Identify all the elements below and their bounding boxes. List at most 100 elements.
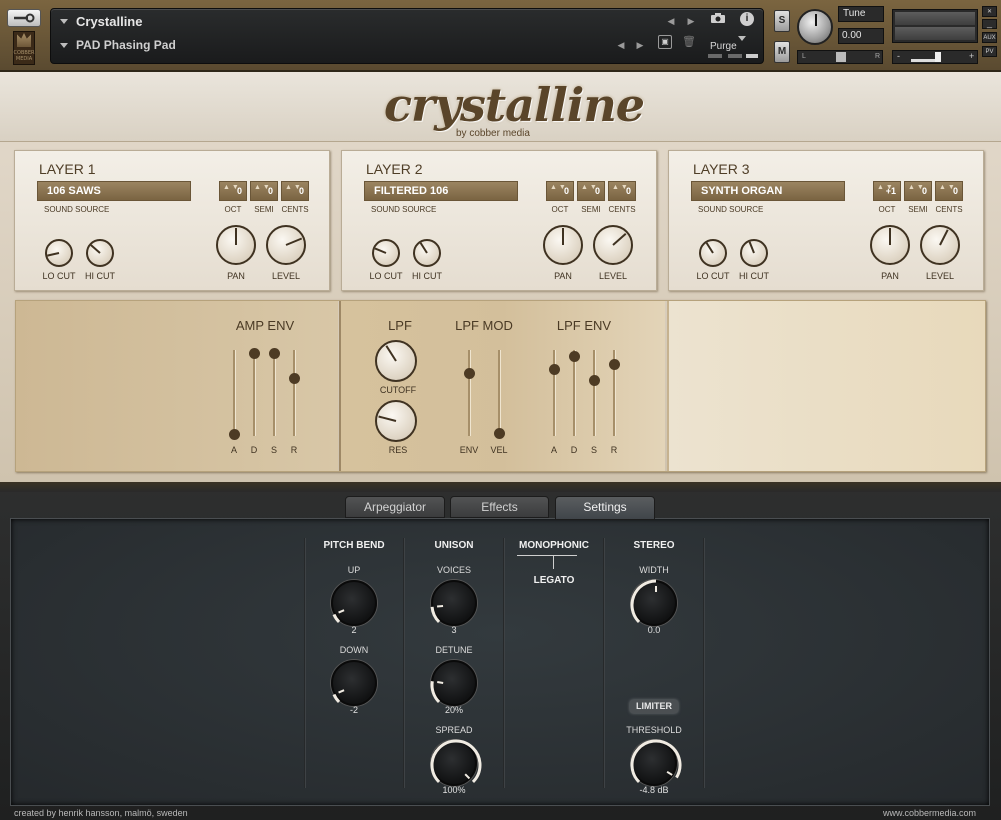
instrument-menu-caret-icon[interactable] [60, 18, 68, 24]
oct-spinner[interactable]: ▲ ▼ 0 [219, 181, 247, 201]
pan-knob[interactable] [870, 225, 910, 265]
stereo-width-knob-arc [630, 579, 657, 624]
oct-spinner[interactable]: ▲ ▼ +1 [873, 181, 901, 201]
lpf-env-s-slider-track [593, 350, 595, 436]
website-link[interactable]: www.cobbermedia.com [883, 808, 976, 818]
purge-menu[interactable]: Purge [710, 41, 737, 52]
cents-spinner[interactable]: ▲ ▼ 0 [608, 181, 636, 201]
lo-cut-knob-pointer [374, 247, 387, 254]
preset-name[interactable]: PAD Phasing Pad [76, 38, 176, 52]
pan-knob[interactable] [216, 225, 256, 265]
lpf-env-r-slider-handle[interactable] [609, 358, 620, 370]
save-preset-icon[interactable]: ▣ [658, 35, 672, 49]
stereo-title: STEREO [633, 540, 675, 551]
stereo-width-knob-ring [630, 579, 657, 624]
pitch-bend-up-knob[interactable] [331, 580, 377, 626]
tab-effects[interactable]: Effects [450, 496, 549, 518]
resonance-knob[interactable] [375, 400, 417, 442]
stereo-width-value: 0.0 [647, 625, 661, 635]
minimize-icon[interactable]: _ [982, 19, 997, 29]
level-knob[interactable] [593, 225, 633, 265]
monophonic-button[interactable]: MONOPHONIC [509, 540, 599, 551]
preset-menu-caret-icon[interactable] [60, 42, 68, 48]
cents-spinner[interactable]: ▲ ▼ 0 [281, 181, 309, 201]
next-instrument-icon[interactable]: ▶ [682, 16, 700, 27]
close-icon[interactable]: ✕ [982, 6, 997, 17]
oct-spinner[interactable]: ▲ ▼ 0 [546, 181, 574, 201]
semi-spinner[interactable]: ▲ ▼ 0 [904, 181, 932, 201]
cents-spinner[interactable]: ▲ ▼ 0 [935, 181, 963, 201]
separator [603, 538, 605, 788]
tune-value[interactable]: 0.00 [838, 28, 884, 44]
product-byline: by cobber media [456, 128, 530, 139]
unison-detune-label: DETUNE [435, 645, 473, 655]
sound-source-label: SOUND SOURCE [698, 205, 764, 214]
level-label: LEVEL [598, 271, 628, 281]
res-label: RES [388, 445, 408, 455]
hi-cut-label: HI CUT [739, 271, 769, 281]
semi-spinner[interactable]: ▲ ▼ 0 [250, 181, 278, 201]
limiter-threshold-knob[interactable] [630, 739, 682, 786]
semi-spinner[interactable]: ▲ ▼ 0 [577, 181, 605, 201]
cutoff-label: CUTOFF [379, 385, 417, 395]
lpf-env-a-slider-handle[interactable] [549, 363, 560, 375]
camera-icon[interactable] [709, 12, 727, 26]
pan-knob-pointer [235, 227, 237, 245]
delete-preset-icon[interactable]: 🗑 [682, 35, 696, 49]
level-meter [892, 9, 978, 43]
lo-cut-knob[interactable] [372, 239, 400, 267]
sound-source-menu[interactable]: 106 SAWS [37, 181, 191, 201]
pan-left-label: L [802, 53, 806, 60]
aux-button[interactable]: AUX [982, 32, 997, 43]
instrument-header: COBBER MEDIA Crystalline ◀ ▶ PAD Phasing… [0, 0, 1001, 72]
pan-knob[interactable] [543, 225, 583, 265]
mute-button[interactable]: M [774, 41, 790, 63]
cutoff-knob[interactable] [375, 340, 417, 382]
limiter-toggle[interactable]: LIMITER [630, 700, 678, 713]
next-preset-icon[interactable]: ▶ [631, 40, 649, 51]
pitch-bend-up-knob-ring [332, 609, 345, 624]
sound-source-label: SOUND SOURCE [44, 205, 110, 214]
pv-button[interactable]: PV [982, 46, 997, 57]
layer-1-panel: LAYER 1 106 SAWS SOUND SOURCE ▲ ▼ 0 OCT ▲ ▼ 0 SE… [14, 150, 330, 291]
prev-instrument-icon[interactable]: ◀ [662, 16, 680, 27]
hi-cut-knob[interactable] [740, 239, 768, 267]
semi-label: SEMI [581, 205, 601, 214]
lpf-env-a-slider-track [553, 350, 555, 436]
lpf-env-d-slider-handle[interactable] [569, 351, 580, 363]
limiter-threshold-knob-arc [630, 739, 682, 784]
lo-cut-knob[interactable] [699, 239, 727, 267]
sound-source-menu[interactable]: FILTERED 106 [364, 181, 518, 201]
tune-knob[interactable] [797, 9, 833, 45]
pitch-bend-down-label: DOWN [339, 645, 369, 655]
solo-button[interactable]: S [774, 10, 790, 32]
legato-button[interactable]: LEGATO [509, 575, 599, 586]
hi-cut-knob[interactable] [86, 239, 114, 267]
unison-detune-knob[interactable] [430, 660, 477, 706]
volume-slider[interactable]: - + [892, 50, 978, 64]
level-knob[interactable] [920, 225, 960, 265]
pitch-bend-down-knob[interactable] [331, 660, 377, 706]
pan-handle[interactable] [836, 52, 846, 62]
purge-caret-icon[interactable] [738, 36, 746, 41]
unison-spread-knob[interactable] [430, 739, 482, 786]
layer-title: LAYER 1 [39, 161, 96, 177]
instrument-name[interactable]: Crystalline [76, 14, 142, 29]
prev-preset-icon[interactable]: ◀ [612, 40, 630, 51]
hi-cut-knob-pointer [90, 244, 101, 254]
tab-arpeggiator[interactable]: Arpeggiator [345, 496, 445, 518]
spinner-arrows-icon: ▲ ▼ [612, 184, 628, 191]
level-label: LEVEL [925, 271, 955, 281]
level-knob[interactable] [266, 225, 306, 265]
credits-text: created by henrik hansson, malmö, sweden [14, 808, 188, 818]
hi-cut-knob[interactable] [413, 239, 441, 267]
wrench-icon[interactable] [7, 9, 41, 27]
lo-cut-knob[interactable] [45, 239, 73, 267]
pan-slider[interactable]: L R [797, 50, 883, 64]
stereo-width-knob[interactable] [630, 579, 677, 626]
tab-settings[interactable]: Settings [555, 496, 655, 520]
unison-voices-knob[interactable] [430, 580, 477, 626]
info-icon[interactable]: i [740, 12, 754, 26]
sound-source-menu[interactable]: SYNTH ORGAN [691, 181, 845, 201]
volume-handle[interactable] [935, 52, 941, 62]
